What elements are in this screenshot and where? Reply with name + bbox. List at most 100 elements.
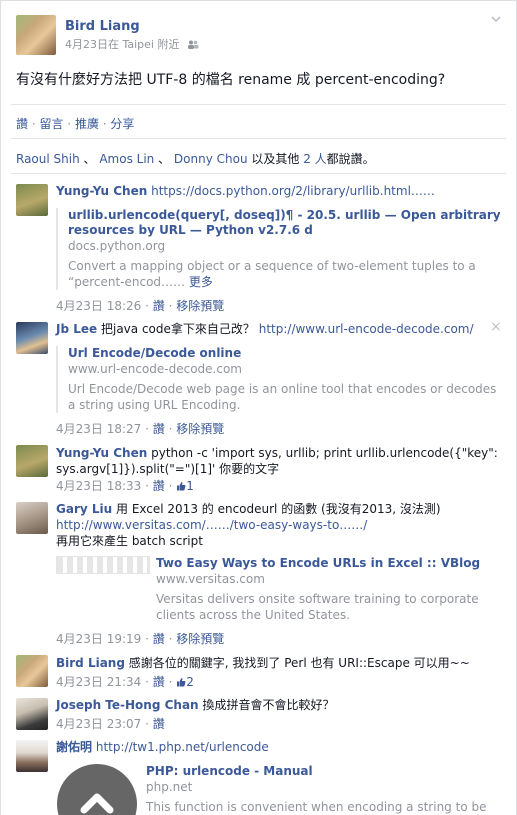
comment-body: Gary Liu 用 Excel 2013 的 encodeurl 的函數 (我… bbox=[56, 501, 501, 549]
thumbs-up-icon bbox=[177, 678, 186, 687]
share-button[interactable]: 分享 bbox=[110, 117, 134, 131]
commenter-name[interactable]: Joseph Te-Hong Chan bbox=[56, 698, 199, 712]
comment-time[interactable]: 4月23日 18:27 bbox=[56, 422, 141, 436]
link-preview[interactable]: Two Easy Ways to Encode URLs in Excel ::… bbox=[156, 556, 496, 623]
link-preview-domain: docs.python.org bbox=[68, 239, 166, 253]
comment-body: Bird Liang 感謝各位的關鍵字, 我找到了 Perl 也有 URI::E… bbox=[56, 655, 501, 671]
like-count-text: 2 bbox=[186, 675, 194, 689]
separator: · bbox=[28, 117, 40, 131]
link-preview-description: This function is convenient when encodin… bbox=[146, 800, 487, 814]
commenter-avatar[interactable] bbox=[16, 184, 48, 216]
comment-body: Jb Lee 把java code拿下來自己改？ http://www.url-… bbox=[56, 321, 476, 337]
liker-name[interactable]: Amos Lin bbox=[99, 152, 154, 166]
separator: · bbox=[141, 479, 153, 493]
chevron-up-icon bbox=[80, 793, 114, 814]
commenter-avatar[interactable] bbox=[16, 698, 48, 730]
comment-body: 謝佑明 http://tw1.php.net/urlencode bbox=[56, 739, 501, 755]
commenter-avatar[interactable] bbox=[16, 502, 48, 534]
link-preview-title[interactable]: Two Easy Ways to Encode URLs in Excel ::… bbox=[156, 556, 496, 571]
separator: · bbox=[141, 422, 153, 436]
commenter-name[interactable]: Jb Lee bbox=[56, 322, 97, 336]
separator: 、 bbox=[79, 152, 100, 166]
comment-like-button[interactable]: 讚 bbox=[153, 422, 165, 436]
comment-body: Yung-Yu Chen https://docs.python.org/2/l… bbox=[56, 183, 501, 199]
comment-text: 換成拼音會不會比較好？ bbox=[202, 698, 335, 712]
comment-time[interactable]: 4月23日 21:34 bbox=[56, 675, 141, 689]
comment-body: Yung-Yu Chen python -c 'import sys, urll… bbox=[56, 445, 501, 477]
commenter-name[interactable]: Gary Liu bbox=[56, 502, 112, 516]
separator: · bbox=[164, 675, 177, 689]
comment-link[interactable]: http://tw1.php.net/urlencode bbox=[96, 740, 269, 754]
like-count-text: 1 bbox=[186, 479, 194, 493]
comment-link[interactable]: http://www.versitas.com/……/two-easy-ways… bbox=[56, 518, 367, 532]
comment-meta: 4月23日 19:19 · 讚 · 移除預覽 bbox=[56, 630, 224, 647]
author-name[interactable]: Bird Liang bbox=[65, 19, 140, 34]
close-icon[interactable]: × bbox=[490, 319, 502, 335]
chevron-down-icon[interactable] bbox=[490, 13, 502, 25]
commenter-name[interactable]: Bird Liang bbox=[56, 656, 125, 670]
comment-like-button[interactable]: 讚 bbox=[153, 299, 165, 313]
liker-name[interactable]: Donny Chou bbox=[174, 152, 248, 166]
promote-button[interactable]: 推廣 bbox=[75, 117, 99, 131]
commenter-name[interactable]: 謝佑明 bbox=[56, 740, 92, 754]
remove-preview-button[interactable]: 移除預覽 bbox=[176, 299, 224, 313]
remove-preview-button[interactable]: 移除預覽 bbox=[176, 632, 224, 646]
likes-others-count[interactable]: 2 人 bbox=[303, 152, 326, 166]
link-preview[interactable]: urllib.urlencode(query[, doseq])¶ - 20.5… bbox=[56, 208, 501, 290]
separator: · bbox=[141, 675, 153, 689]
separator: · bbox=[98, 117, 111, 131]
comment-like-button[interactable]: 讚 bbox=[153, 675, 165, 689]
liker-name[interactable]: Raoul Shih bbox=[16, 152, 80, 166]
comment-time[interactable]: 4月23日 19:19 bbox=[56, 632, 141, 646]
separator: · bbox=[141, 299, 153, 313]
commenter-avatar[interactable] bbox=[16, 740, 48, 772]
comment-meta: 4月23日 23:07 · 讚 bbox=[56, 715, 165, 732]
comment-text-2: 再用它來產生 batch script bbox=[56, 534, 203, 548]
comment-link[interactable]: http://www.url-encode-decode.com/ bbox=[259, 322, 474, 336]
separator: · bbox=[141, 717, 153, 731]
link-preview-title[interactable]: Url Encode/Decode online bbox=[68, 346, 501, 361]
post-time-location[interactable]: 4月23日在 Taipei 附近 bbox=[65, 38, 180, 51]
likes-others-text: 以及其他 bbox=[251, 152, 300, 166]
likes-suffix: 都說讚。 bbox=[326, 152, 375, 166]
comment-time[interactable]: 4月23日 18:26 bbox=[56, 299, 141, 313]
comment-like-button[interactable]: 讚 bbox=[153, 632, 165, 646]
commenter-name[interactable]: Yung-Yu Chen bbox=[56, 446, 147, 460]
separator: · bbox=[164, 299, 177, 313]
link-preview-thumbnail[interactable] bbox=[56, 556, 150, 574]
comment-time[interactable]: 4月23日 18:33 bbox=[56, 479, 141, 493]
comment-text: 把java code拿下來自己改？ bbox=[100, 322, 255, 336]
link-preview-description: Versitas delivers onsite software traini… bbox=[156, 592, 479, 622]
comment-like-button[interactable]: 讚 bbox=[153, 717, 165, 731]
scroll-to-top-button[interactable] bbox=[57, 764, 137, 815]
description-text: Convert a mapping object or a sequence o… bbox=[68, 259, 476, 289]
separator: 、 bbox=[154, 152, 174, 166]
commenter-name[interactable]: Yung-Yu Chen bbox=[56, 184, 147, 198]
separator: · bbox=[63, 117, 75, 131]
likes-summary: Raoul Shih 、 Amos Lin 、 Donny Chou 以及其他 … bbox=[16, 150, 375, 167]
separator: · bbox=[141, 632, 153, 646]
action-bar: 讚 · 留言 · 推廣 · 分享 bbox=[16, 115, 134, 132]
commenter-avatar[interactable] bbox=[16, 655, 48, 687]
comment-text: 感謝各位的關鍵字, 我找到了 Perl 也有 URI::Escape 可以用~~ bbox=[128, 656, 470, 670]
commenter-avatar[interactable] bbox=[16, 322, 48, 354]
comment-meta: 4月23日 18:26 · 讚 · 移除預覽 bbox=[56, 297, 224, 314]
comment-time[interactable]: 4月23日 23:07 bbox=[56, 717, 141, 731]
author-avatar[interactable] bbox=[16, 15, 56, 55]
like-button[interactable]: 讚 bbox=[16, 117, 28, 131]
link-preview[interactable]: PHP: urlencode - Manual php.net This fun… bbox=[146, 764, 496, 815]
comment-button[interactable]: 留言 bbox=[39, 117, 63, 131]
link-preview-title[interactable]: urllib.urlencode(query[, doseq])¶ - 20.5… bbox=[68, 208, 501, 238]
link-preview-title[interactable]: PHP: urlencode - Manual bbox=[146, 764, 496, 779]
remove-preview-button[interactable]: 移除預覽 bbox=[176, 422, 224, 436]
divider bbox=[11, 173, 506, 174]
like-count[interactable]: 1 bbox=[176, 479, 194, 493]
comment-link[interactable]: https://docs.python.org/2/library/urllib… bbox=[151, 184, 435, 198]
comment-like-button[interactable]: 讚 bbox=[153, 479, 165, 493]
see-more-link[interactable]: 更多 bbox=[189, 275, 213, 289]
thumbs-up-icon bbox=[177, 482, 186, 491]
link-preview[interactable]: Url Encode/Decode online www.url-encode-… bbox=[56, 346, 501, 413]
like-count[interactable]: 2 bbox=[176, 675, 194, 689]
comment-meta: 4月23日 21:34 · 讚 · 2 bbox=[56, 673, 194, 690]
commenter-avatar[interactable] bbox=[16, 445, 48, 477]
